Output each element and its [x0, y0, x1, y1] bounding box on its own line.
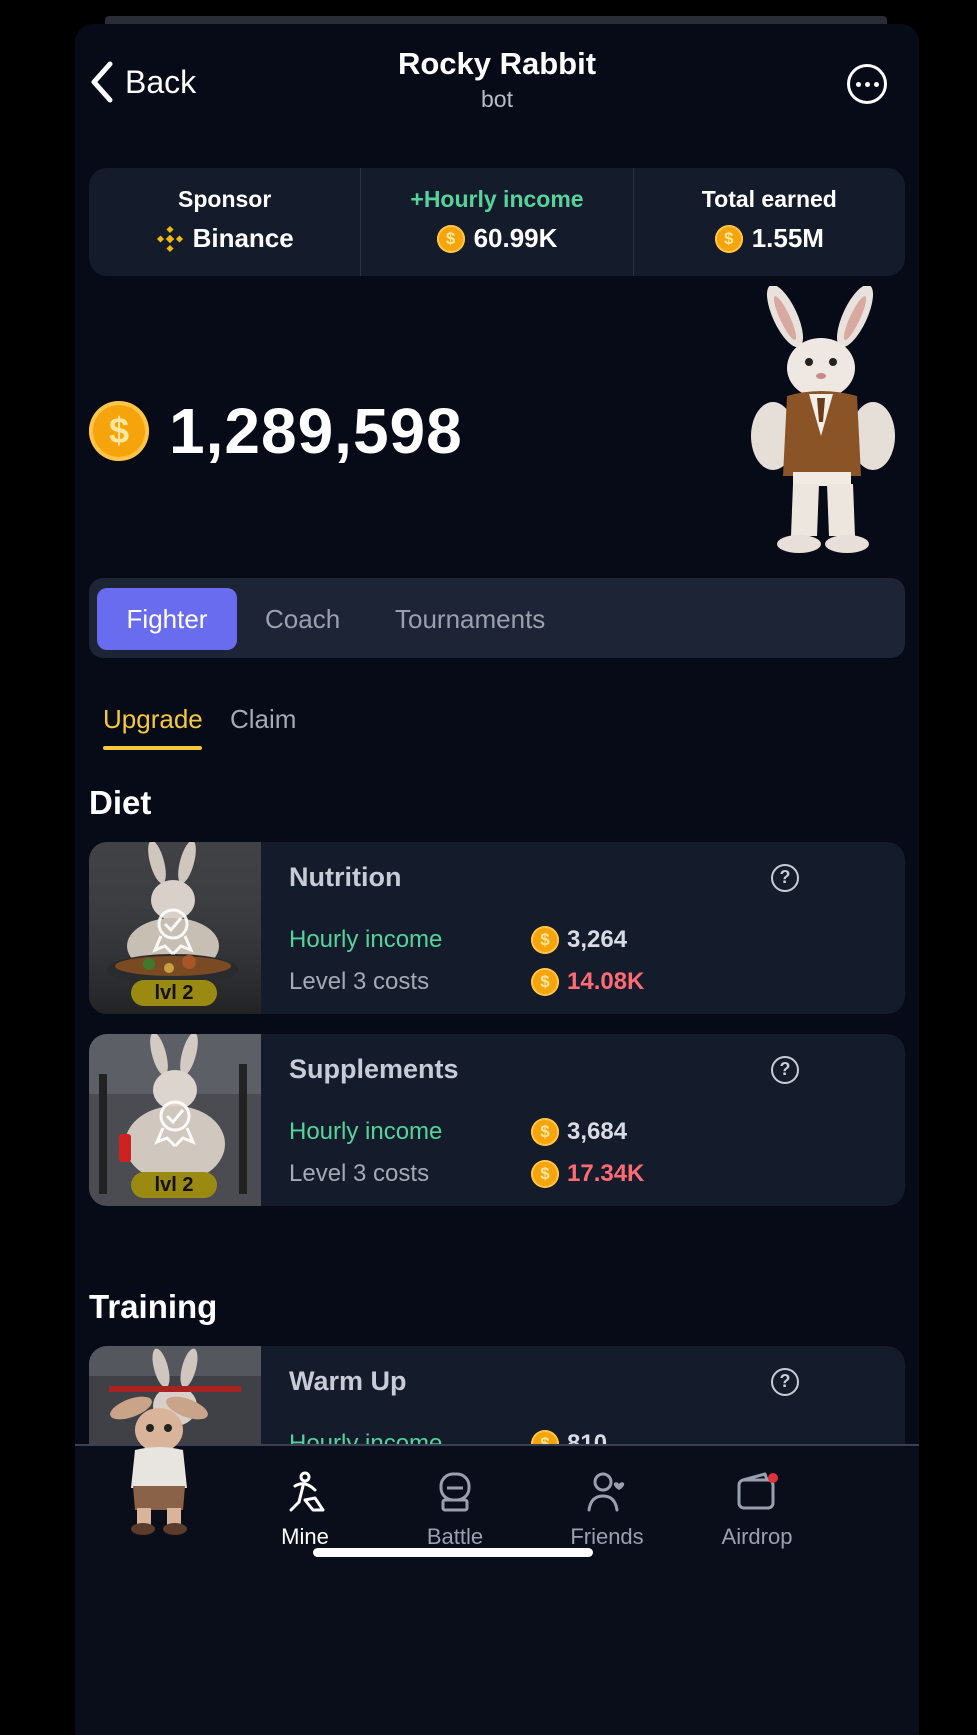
more-dot-icon	[864, 81, 870, 87]
tab-coach[interactable]: Coach	[265, 588, 340, 650]
card-title: Warm Up	[289, 1366, 407, 1396]
coin-icon: $	[531, 968, 559, 996]
hourly-income-value: 60.99K	[473, 223, 558, 253]
home-indicator[interactable]	[313, 1548, 593, 1557]
coin-icon: $	[714, 224, 743, 253]
level-badge: lvl 2	[131, 980, 217, 1006]
total-earned-value: 1.55M	[751, 223, 824, 253]
balance-display: $ 1,289,598	[89, 394, 463, 468]
friends-icon	[587, 1472, 625, 1512]
page-title: Rocky Rabbit	[397, 46, 597, 81]
help-icon[interactable]: ?	[771, 864, 799, 892]
card-title: Supplements	[289, 1054, 459, 1084]
boxing-glove-icon	[439, 1472, 471, 1512]
level-badge: lvl 2	[131, 1172, 217, 1198]
nav-airdrop[interactable]: Airdrop	[697, 1470, 817, 1550]
nav-friends-label: Friends	[570, 1524, 644, 1549]
bottom-navigation: Mine Battle Friends Airdrop	[75, 1396, 919, 1735]
coin-icon: $	[531, 1118, 559, 1146]
mode-segmented-control: Fighter Coach Tournaments	[89, 578, 905, 658]
level-cost-label: Level 3 costs	[289, 1160, 430, 1187]
level-cost-value: 14.08K	[567, 968, 645, 995]
coin-icon: $	[531, 1160, 559, 1188]
nav-battle[interactable]: Battle	[395, 1470, 515, 1550]
binance-logo-icon	[156, 225, 183, 252]
total-earned-label: Total earned	[701, 186, 837, 212]
help-icon[interactable]: ?	[771, 1368, 799, 1396]
tab-tournaments[interactable]: Tournaments	[395, 588, 545, 650]
total-earned-stat: Total earned $ 1.55M	[634, 168, 905, 276]
subtab-upgrade[interactable]: Upgrade	[103, 704, 203, 735]
sponsor-value: Binance	[192, 223, 294, 253]
nav-friends[interactable]: Friends	[547, 1470, 667, 1550]
section-title-training: Training	[89, 1288, 218, 1325]
subtab-underline	[103, 746, 202, 750]
wallet-icon	[737, 1472, 778, 1510]
hourly-income-stat: +Hourly income $ 60.99K	[361, 168, 634, 276]
nav-mine-label: Mine	[281, 1524, 329, 1549]
upgrade-card-nutrition[interactable]: lvl 2 Nutrition ? Hourly income $ 3,264 …	[89, 842, 905, 1014]
nav-battle-label: Battle	[426, 1524, 484, 1549]
level-cost-value: 17.34K	[567, 1160, 645, 1187]
hourly-income-label: Hourly income	[289, 1118, 443, 1145]
card-title: Nutrition	[289, 862, 402, 892]
notification-dot	[768, 1473, 778, 1483]
level-cost-label: Level 3 costs	[289, 968, 430, 995]
tab-fighter[interactable]: Fighter	[97, 588, 237, 650]
hourly-income-value: 3,684	[567, 1118, 628, 1145]
coin-icon: $	[531, 926, 559, 954]
more-menu-button[interactable]	[847, 64, 887, 104]
coin-icon: $	[436, 224, 465, 253]
stats-panel: Sponsor Binance +Hourly income $ 60.99K …	[89, 168, 905, 276]
subtab-claim[interactable]: Claim	[230, 704, 296, 735]
coin-icon: $	[89, 401, 149, 461]
rabbit-avatar-image[interactable]	[109, 1386, 209, 1536]
sponsor-label: Sponsor	[178, 186, 272, 212]
more-dot-icon	[873, 81, 879, 87]
balance-value: 1,289,598	[169, 395, 463, 467]
hourly-income-label: +Hourly income	[410, 186, 584, 212]
page-subtitle: bot	[481, 86, 513, 112]
section-title-diet: Diet	[89, 784, 152, 821]
sponsor-stat[interactable]: Sponsor Binance	[89, 168, 362, 276]
help-icon[interactable]: ?	[771, 1056, 799, 1084]
hourly-income-label: Hourly income	[289, 926, 443, 953]
more-dot-icon	[855, 81, 861, 87]
hourly-income-value: 3,264	[567, 926, 628, 953]
nav-airdrop-label: Airdrop	[721, 1524, 793, 1549]
rabbit-character-image[interactable]	[743, 286, 903, 556]
app-window: Back Rocky Rabbit bot Sponsor Binance +H…	[75, 24, 919, 1735]
pickaxe-icon	[289, 1471, 325, 1512]
upgrade-card-supplements[interactable]: lvl 2 Supplements ? Hourly income $ 3,68…	[89, 1034, 905, 1206]
nav-mine[interactable]: Mine	[245, 1470, 365, 1550]
